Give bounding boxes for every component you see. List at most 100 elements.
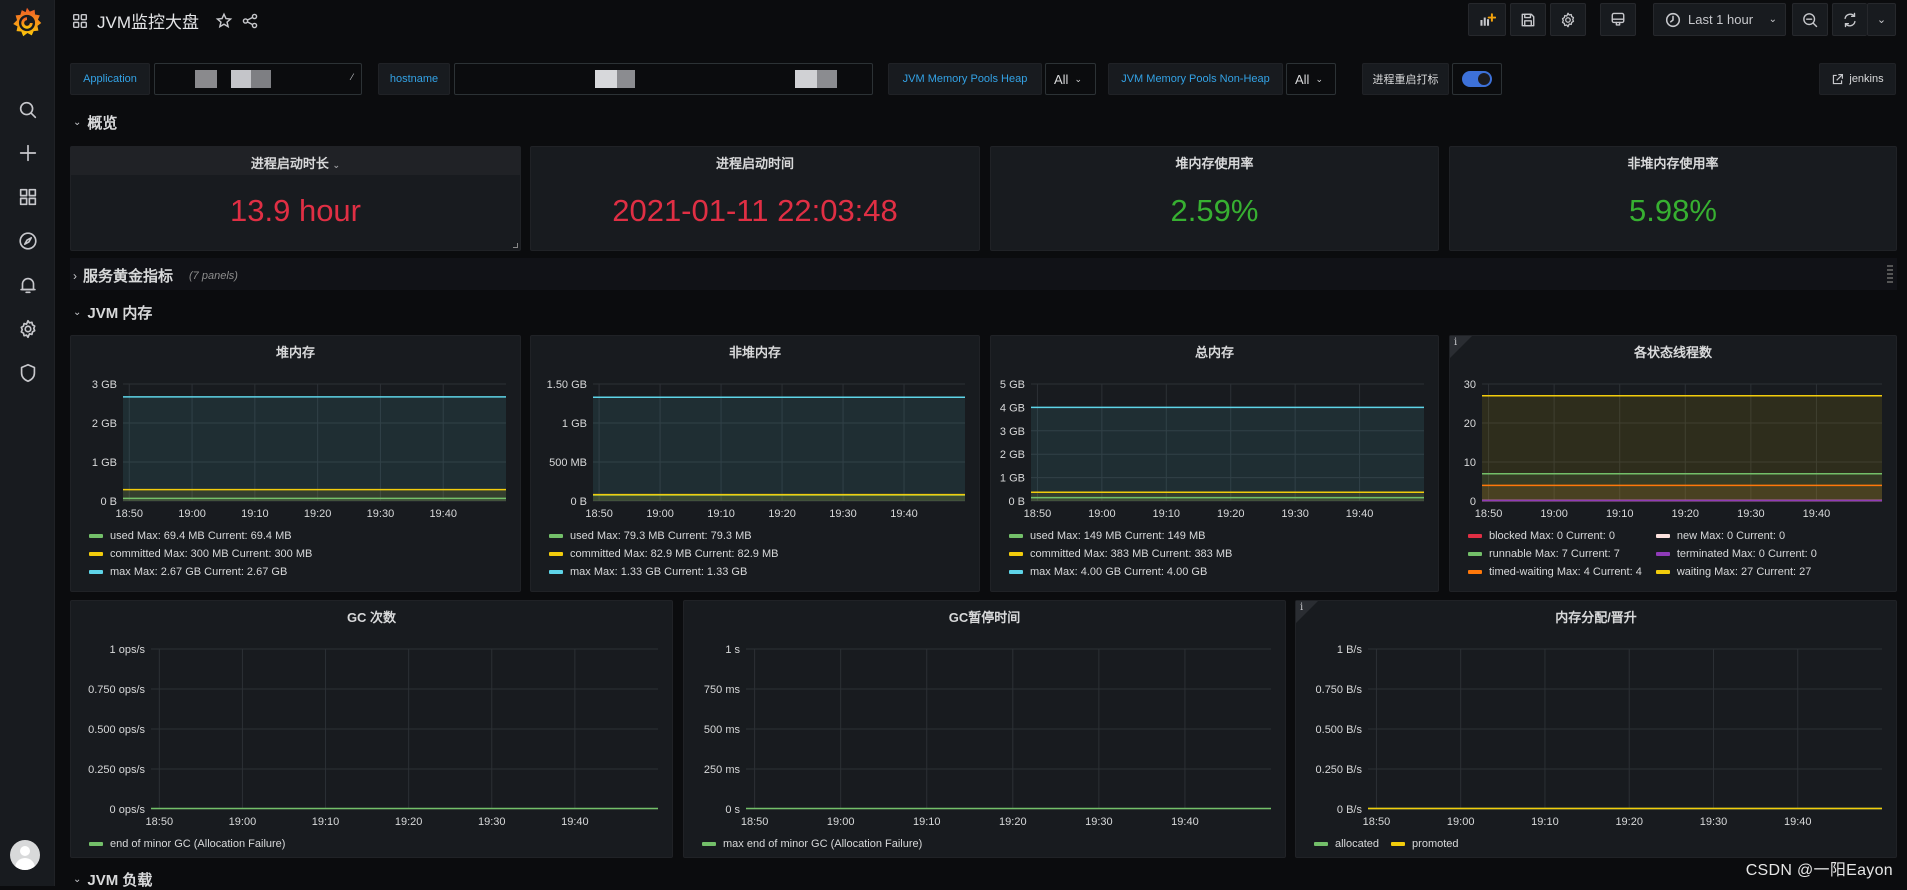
y-tick-label: 0 B (1008, 496, 1025, 508)
dashboards-icon[interactable] (0, 182, 55, 212)
legend-item[interactable]: used Max: 69.4 MB Current: 69.4 MB (89, 527, 312, 545)
chart-legend: used Max: 69.4 MB Current: 69.4 MBcommit… (89, 527, 324, 581)
row-drag-handle[interactable] (1887, 265, 1893, 283)
legend-item[interactable]: committed Max: 383 MB Current: 383 MB (1009, 545, 1232, 563)
stat-value: 13.9 hour (71, 193, 520, 229)
x-tick-label: 19:20 (395, 816, 423, 828)
explore-compass-icon[interactable] (0, 226, 55, 256)
legend-swatch (89, 534, 103, 538)
panel-title[interactable]: 进程启动时长 ⌄ (71, 153, 520, 172)
row-overview[interactable]: ⌄ 概览 (73, 112, 117, 133)
create-plus-icon[interactable] (0, 138, 55, 168)
legend-swatch (1391, 842, 1405, 846)
application-variable-label: Application (70, 63, 150, 95)
redacted-value (595, 70, 617, 88)
graph-panel: GC暂停时间0 s250 ms500 ms750 ms1 s18:5019:00… (683, 600, 1286, 858)
y-tick-label: 10 (1464, 457, 1476, 469)
stat-value: 2.59% (991, 193, 1438, 229)
add-panel-button[interactable] (1468, 3, 1506, 36)
x-tick-label: 19:10 (707, 508, 735, 520)
legend-item[interactable]: new Max: 0 Current: 0 (1656, 527, 1817, 545)
legend-item[interactable]: terminated Max: 0 Current: 0 (1656, 545, 1817, 563)
configuration-gear-icon[interactable] (0, 314, 55, 344)
search-icon[interactable] (0, 95, 55, 125)
legend-item[interactable]: max Max: 2.67 GB Current: 2.67 GB (89, 563, 312, 581)
x-tick-label: 18:50 (116, 508, 144, 520)
dashboard-settings-button[interactable] (1550, 3, 1586, 36)
y-tick-label: 20 (1464, 418, 1476, 430)
legend-item[interactable]: max Max: 1.33 GB Current: 1.33 GB (549, 563, 778, 581)
legend-item[interactable]: timed-waiting Max: 4 Current: 4 (1468, 563, 1642, 581)
y-tick-label: 1 GB (562, 418, 587, 430)
y-tick-label: 0 (1470, 496, 1476, 508)
zoom-out-button[interactable] (1792, 3, 1828, 36)
dashboard-navbar: JVM监控大盘 Last 1 hour ⌄ ⌄ (55, 0, 1907, 40)
row-jvm-load[interactable]: ⌄ JVM 负载 (73, 869, 152, 890)
legend-label: terminated Max: 0 Current: 0 (1677, 548, 1817, 560)
server-admin-shield-icon[interactable] (0, 358, 55, 388)
y-tick-label: 1.50 GB (547, 379, 587, 391)
tv-mode-button[interactable] (1600, 3, 1636, 36)
legend-label: committed Max: 82.9 MB Current: 82.9 MB (570, 548, 778, 560)
save-dashboard-button[interactable] (1510, 3, 1546, 36)
x-tick-label: 19:30 (1281, 508, 1309, 520)
chart-legend: used Max: 149 MB Current: 149 MBcommitte… (1009, 527, 1244, 581)
y-tick-label: 4 GB (1000, 402, 1025, 414)
nonheap-pools-variable-select[interactable]: All⌄ (1286, 63, 1336, 95)
panel-title[interactable]: 堆内存使用率 (991, 153, 1438, 172)
panel-title[interactable]: 非堆内存使用率 (1450, 153, 1896, 172)
time-picker-button[interactable]: Last 1 hour ⌄ (1653, 3, 1786, 36)
legend-item[interactable]: committed Max: 300 MB Current: 300 MB (89, 545, 312, 563)
x-tick-label: 18:50 (146, 816, 174, 828)
jenkins-link[interactable]: jenkins (1819, 63, 1896, 95)
y-tick-label: 0 ops/s (110, 804, 146, 816)
y-tick-label: 750 ms (704, 684, 741, 696)
legend-item[interactable]: max end of minor GC (Allocation Failure) (702, 835, 922, 853)
application-variable-select[interactable]: ⁄ (154, 63, 362, 95)
legend-item[interactable]: allocated (1314, 835, 1379, 853)
alerting-bell-icon[interactable] (0, 270, 55, 300)
nonheap-pools-value: All (1295, 72, 1309, 87)
legend-swatch (89, 552, 103, 556)
refresh-button[interactable] (1832, 3, 1867, 36)
dashboard-title[interactable]: JVM监控大盘 (97, 8, 199, 33)
x-tick-label: 19:00 (646, 508, 674, 520)
row-golden-signals[interactable]: › 服务黄金指标 (7 panels) (73, 265, 238, 286)
legend-item[interactable]: end of minor GC (Allocation Failure) (89, 835, 285, 853)
panel-title[interactable]: 进程启动时间 (531, 153, 979, 172)
redacted-value (195, 70, 217, 88)
legend-item[interactable]: used Max: 79.3 MB Current: 79.3 MB (549, 527, 778, 545)
legend-label: blocked Max: 0 Current: 0 (1489, 530, 1615, 542)
y-tick-label: 0 B (570, 496, 587, 508)
legend-item[interactable]: promoted (1391, 835, 1458, 853)
row-overview-title: 概览 (87, 112, 117, 133)
star-icon[interactable] (215, 12, 233, 30)
heap-pools-variable-select[interactable]: All⌄ (1045, 63, 1096, 95)
edit-icon: ⁄ (351, 72, 353, 82)
legend-swatch (1468, 534, 1482, 538)
row-jvm-memory[interactable]: ⌄ JVM 内存 (73, 302, 152, 323)
legend-swatch (89, 842, 103, 846)
restart-mark-toggle[interactable] (1462, 71, 1492, 87)
x-tick-label: 19:00 (1447, 816, 1475, 828)
legend-item[interactable]: committed Max: 82.9 MB Current: 82.9 MB (549, 545, 778, 563)
row-golden-title: 服务黄金指标 (83, 265, 173, 286)
legend-item[interactable]: used Max: 149 MB Current: 149 MB (1009, 527, 1232, 545)
user-avatar[interactable] (10, 840, 40, 870)
hostname-variable-select[interactable] (454, 63, 873, 95)
refresh-interval-dropdown[interactable]: ⌄ (1867, 3, 1896, 36)
legend-item[interactable]: max Max: 4.00 GB Current: 4.00 GB (1009, 563, 1232, 581)
share-icon[interactable] (241, 12, 259, 30)
legend-item[interactable]: waiting Max: 27 Current: 27 (1656, 563, 1817, 581)
x-tick-label: 19:10 (312, 816, 340, 828)
y-tick-label: 0 B (100, 496, 117, 508)
chevron-down-icon: ⌄ (1769, 14, 1777, 25)
row-jvm-memory-title: JVM 内存 (87, 302, 152, 323)
legend-item[interactable]: runnable Max: 7 Current: 7 (1468, 545, 1642, 563)
grafana-logo-icon[interactable] (8, 4, 46, 42)
legend-swatch (1009, 534, 1023, 538)
resize-handle[interactable] (513, 243, 518, 248)
legend-label: timed-waiting Max: 4 Current: 4 (1489, 566, 1642, 578)
legend-swatch (549, 552, 563, 556)
legend-item[interactable]: blocked Max: 0 Current: 0 (1468, 527, 1642, 545)
